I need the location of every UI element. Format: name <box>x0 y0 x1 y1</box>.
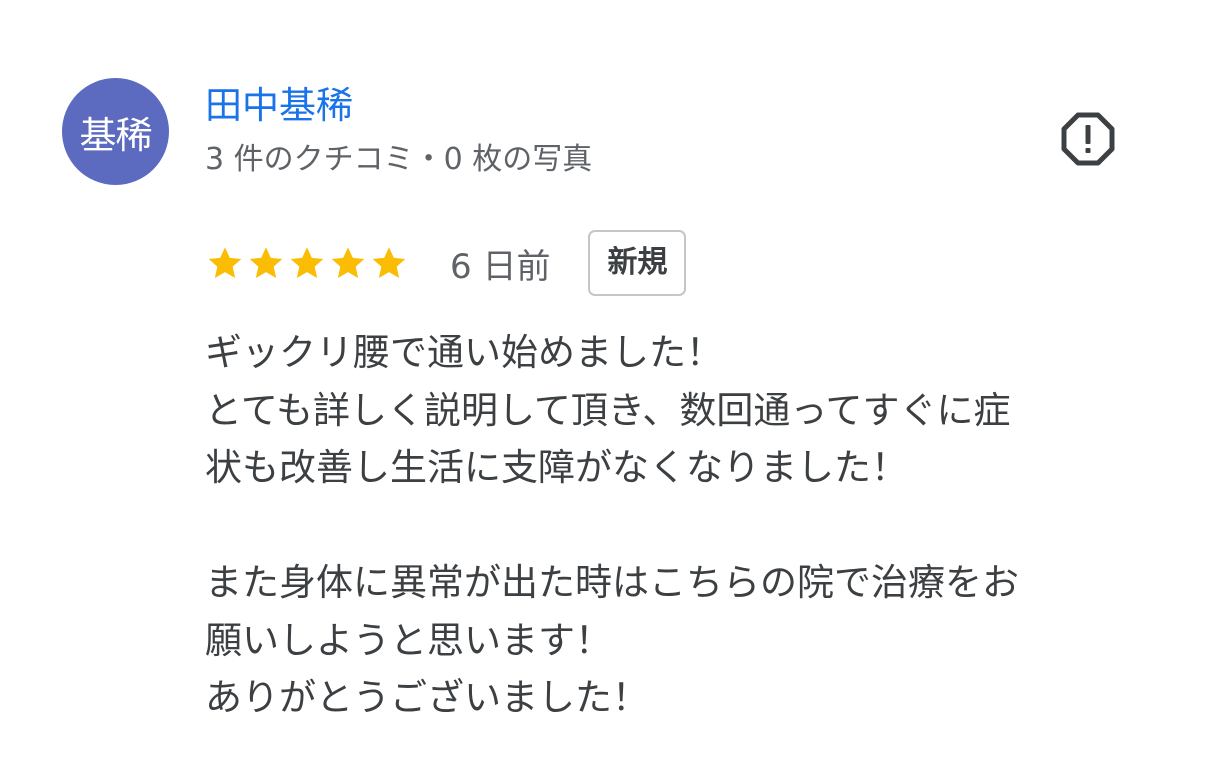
star-icon <box>249 247 283 278</box>
report-flag-icon <box>1061 112 1115 166</box>
report-button[interactable] <box>1056 108 1120 170</box>
review-text-line: とても詳しく説明して頂き、数回通ってすぐに症 <box>205 388 1011 432</box>
reviewer-name[interactable]: 田中基稀 <box>205 82 353 130</box>
review-date: 6 日前 <box>450 246 551 287</box>
star-icon <box>208 247 242 278</box>
review-text-line: また身体に異常が出た時はこちらの院で治療をお <box>205 561 1019 604</box>
review-text-line: ありがとうございました！ <box>205 676 649 719</box>
star-icon <box>331 247 365 278</box>
avatar[interactable]: 基稀 <box>62 78 169 185</box>
new-badge: 新規 <box>588 230 687 296</box>
review-text: ギックリ腰で通い始めました！ とても詳しく説明して頂き、数回通ってすぐに症 状も改善… <box>205 324 1185 727</box>
star-rating <box>205 243 410 283</box>
star-icon <box>290 247 324 278</box>
reviewer-review-count: 3 件のクチコミ・0 枚の写真 <box>205 142 593 177</box>
review-text-line: ギックリ腰で通い始めました！ <box>205 331 723 374</box>
review-text-line: 願いしようと思います！ <box>205 618 612 662</box>
rating-row: 6 日前 新規 <box>205 228 687 298</box>
review-text-line: 状も改善し生活に支障がなくなりました！ <box>205 446 908 489</box>
review-text-line <box>205 497 1185 555</box>
star-icon <box>372 247 406 278</box>
